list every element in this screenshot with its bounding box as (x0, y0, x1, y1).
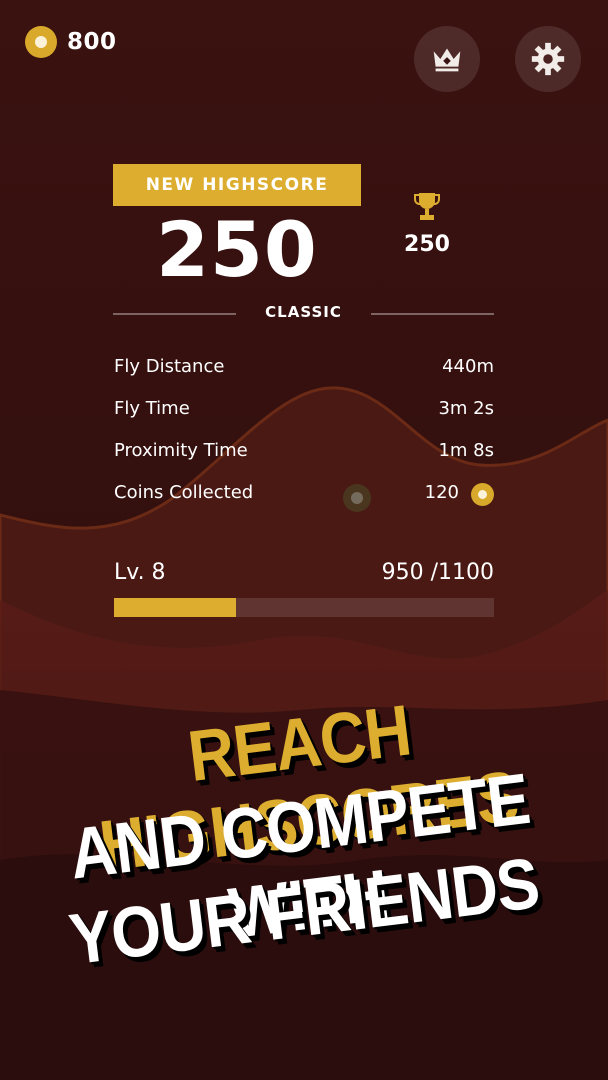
stat-value-proximity-time: 1m 8s (438, 440, 494, 461)
score: 250 (156, 205, 318, 294)
coin-icon (471, 483, 494, 506)
game-mode-label: CLASSIC (265, 303, 342, 321)
leaderboard-button[interactable] (414, 26, 480, 92)
xp-progress-fill (114, 598, 236, 617)
new-highscore-badge: NEW HIGHSCORE (113, 164, 361, 206)
coin-counter: 800 (25, 26, 117, 58)
coin-amount: 800 (67, 29, 117, 55)
stat-label-fly-distance: Fly Distance (114, 356, 225, 377)
stat-label-coins-collected: Coins Collected (114, 482, 254, 503)
background-coin-icon (343, 484, 371, 512)
coin-icon (25, 26, 57, 58)
divider-right (371, 313, 494, 315)
best-score: 250 (404, 232, 450, 257)
level-label: Lv. 8 (114, 560, 166, 585)
stat-value-fly-distance: 440m (442, 356, 494, 377)
crown-icon (433, 48, 461, 72)
xp-progress-text: 950 /1100 (381, 560, 494, 585)
xp-progress-bar (114, 598, 494, 617)
settings-button[interactable] (515, 26, 581, 92)
stat-value-fly-time: 3m 2s (438, 398, 494, 419)
trophy-icon (414, 193, 440, 220)
stat-label-fly-time: Fly Time (114, 398, 190, 419)
gear-icon (531, 42, 565, 76)
stat-value-coins-collected: 120 (424, 482, 459, 503)
divider-left (113, 313, 236, 315)
stat-label-proximity-time: Proximity Time (114, 440, 248, 461)
